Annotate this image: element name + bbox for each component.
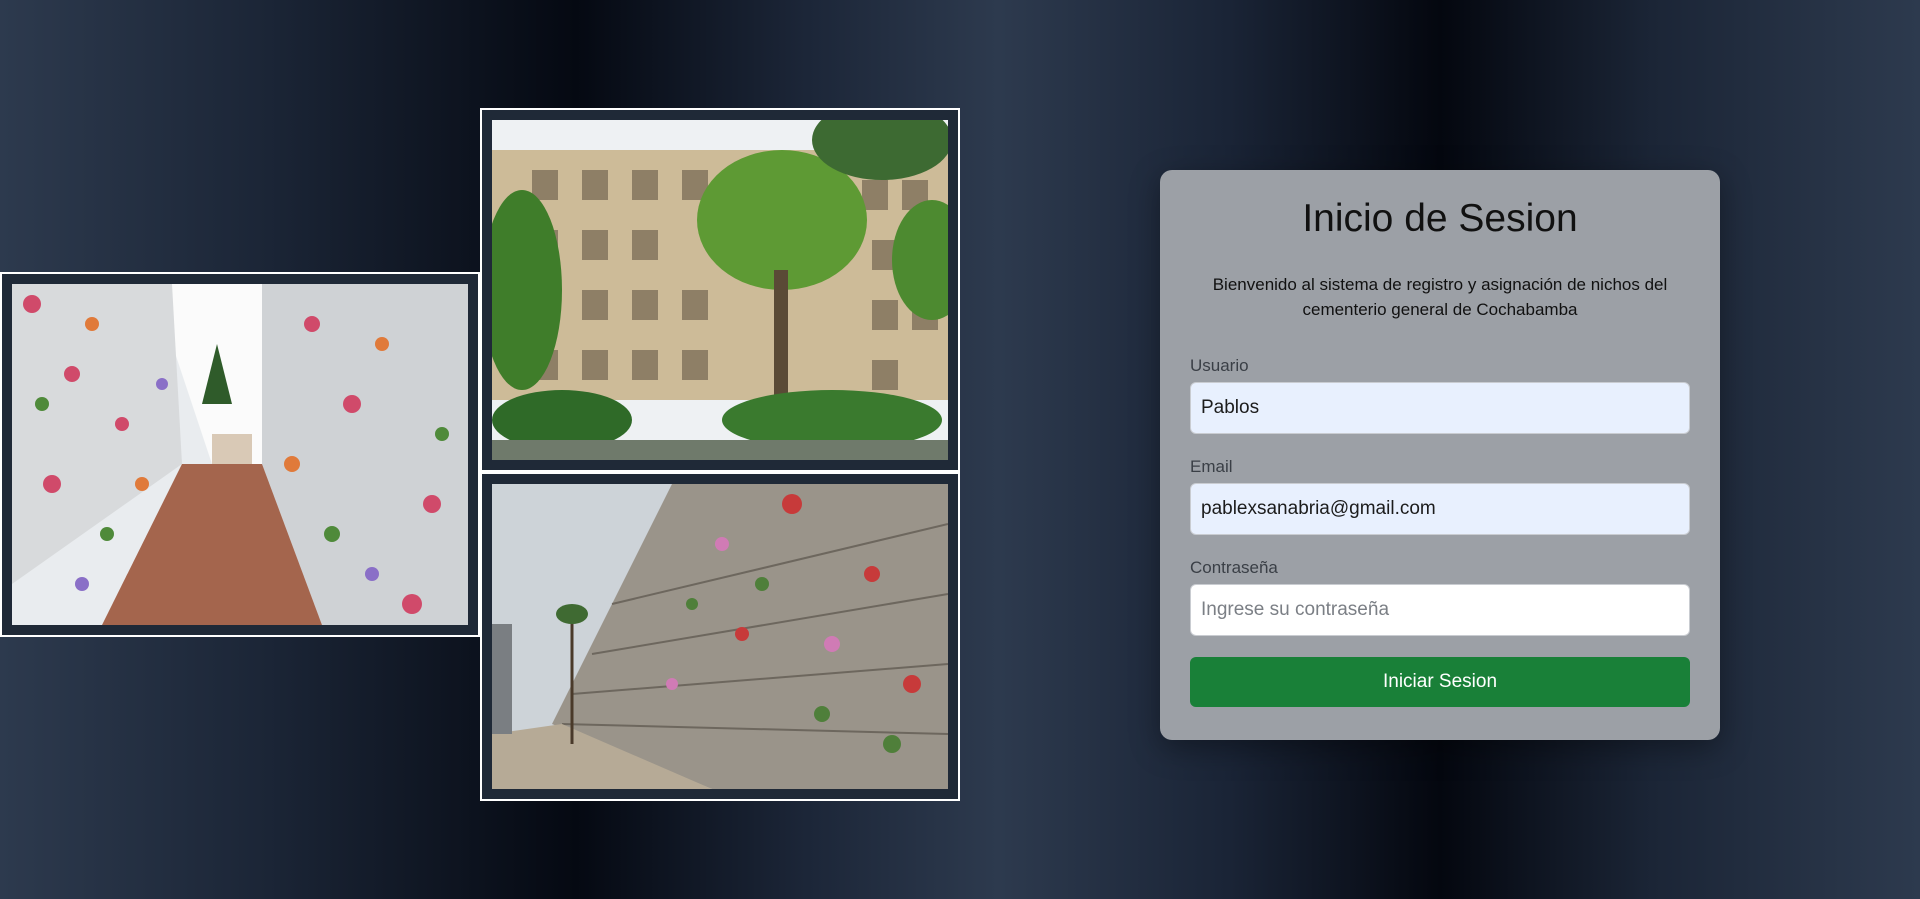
- photo-frame-top: [480, 108, 960, 472]
- password-input[interactable]: [1190, 584, 1690, 637]
- login-subtitle: Bienvenido al sistema de registro y asig…: [1212, 274, 1668, 319]
- username-label: Usuario: [1190, 356, 1249, 376]
- cemetery-corridor-photo: [12, 284, 468, 625]
- password-label: Contraseña: [1190, 558, 1278, 578]
- email-input[interactable]: [1190, 483, 1690, 536]
- login-card: Inicio de Sesion Bienvenido al sistema d…: [1160, 170, 1720, 740]
- cemetery-wall-trees-photo: [492, 120, 948, 460]
- cemetery-niche-wall-photo: [492, 484, 948, 789]
- username-input[interactable]: [1190, 382, 1690, 435]
- email-field: Email: [1190, 457, 1690, 536]
- login-submit-button[interactable]: Iniciar Sesion: [1190, 657, 1690, 708]
- email-label: Email: [1190, 457, 1233, 477]
- photo-frame-bottom: [480, 472, 960, 801]
- username-field: Usuario: [1190, 356, 1690, 435]
- password-field: Contraseña: [1190, 558, 1690, 637]
- photo-frame-left: [0, 272, 480, 637]
- login-title: Inicio de Sesion: [1302, 197, 1578, 240]
